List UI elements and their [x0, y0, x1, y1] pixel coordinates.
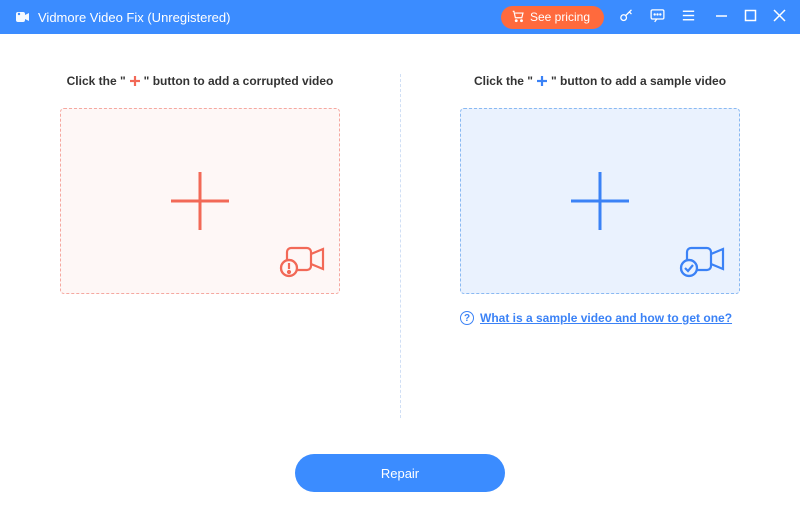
sample-instruction: Click the " " button to add a sample vid… — [474, 74, 726, 88]
close-button[interactable] — [773, 9, 786, 25]
instruction-text: Click the " — [474, 74, 533, 88]
minimize-button[interactable] — [715, 9, 728, 25]
sample-video-help-link[interactable]: What is a sample video and how to get on… — [480, 310, 732, 327]
see-pricing-button[interactable]: See pricing — [501, 6, 604, 29]
instruction-text: " button to add a sample video — [551, 74, 726, 88]
repair-button[interactable]: Repair — [295, 454, 505, 492]
maximize-button[interactable] — [744, 9, 757, 25]
panel-divider — [400, 74, 401, 418]
cart-icon — [511, 9, 525, 26]
titlebar: Vidmore Video Fix (Unregistered) See pri… — [0, 0, 800, 34]
corrupted-instruction: Click the " " button to add a corrupted … — [67, 74, 334, 88]
sample-camera-icon — [679, 242, 727, 283]
app-title: Vidmore Video Fix (Unregistered) — [38, 10, 230, 25]
sample-video-panel: Click the " " button to add a sample vid… — [400, 64, 800, 438]
add-corrupted-video-button[interactable] — [60, 108, 340, 294]
corrupted-video-panel: Click the " " button to add a corrupted … — [0, 64, 400, 438]
menu-icon[interactable] — [680, 7, 697, 27]
corrupted-camera-icon — [279, 242, 327, 283]
see-pricing-label: See pricing — [530, 10, 590, 24]
key-icon[interactable] — [618, 7, 635, 27]
main-content: Click the " " button to add a corrupted … — [0, 34, 800, 438]
app-logo-icon — [14, 8, 32, 26]
help-icon: ? — [460, 311, 474, 325]
plus-icon — [128, 74, 142, 88]
plus-icon — [535, 74, 549, 88]
footer: Repair — [0, 438, 800, 520]
feedback-icon[interactable] — [649, 7, 666, 27]
instruction-text: " button to add a corrupted video — [144, 74, 334, 88]
add-sample-video-button[interactable] — [460, 108, 740, 294]
instruction-text: Click the " — [67, 74, 126, 88]
